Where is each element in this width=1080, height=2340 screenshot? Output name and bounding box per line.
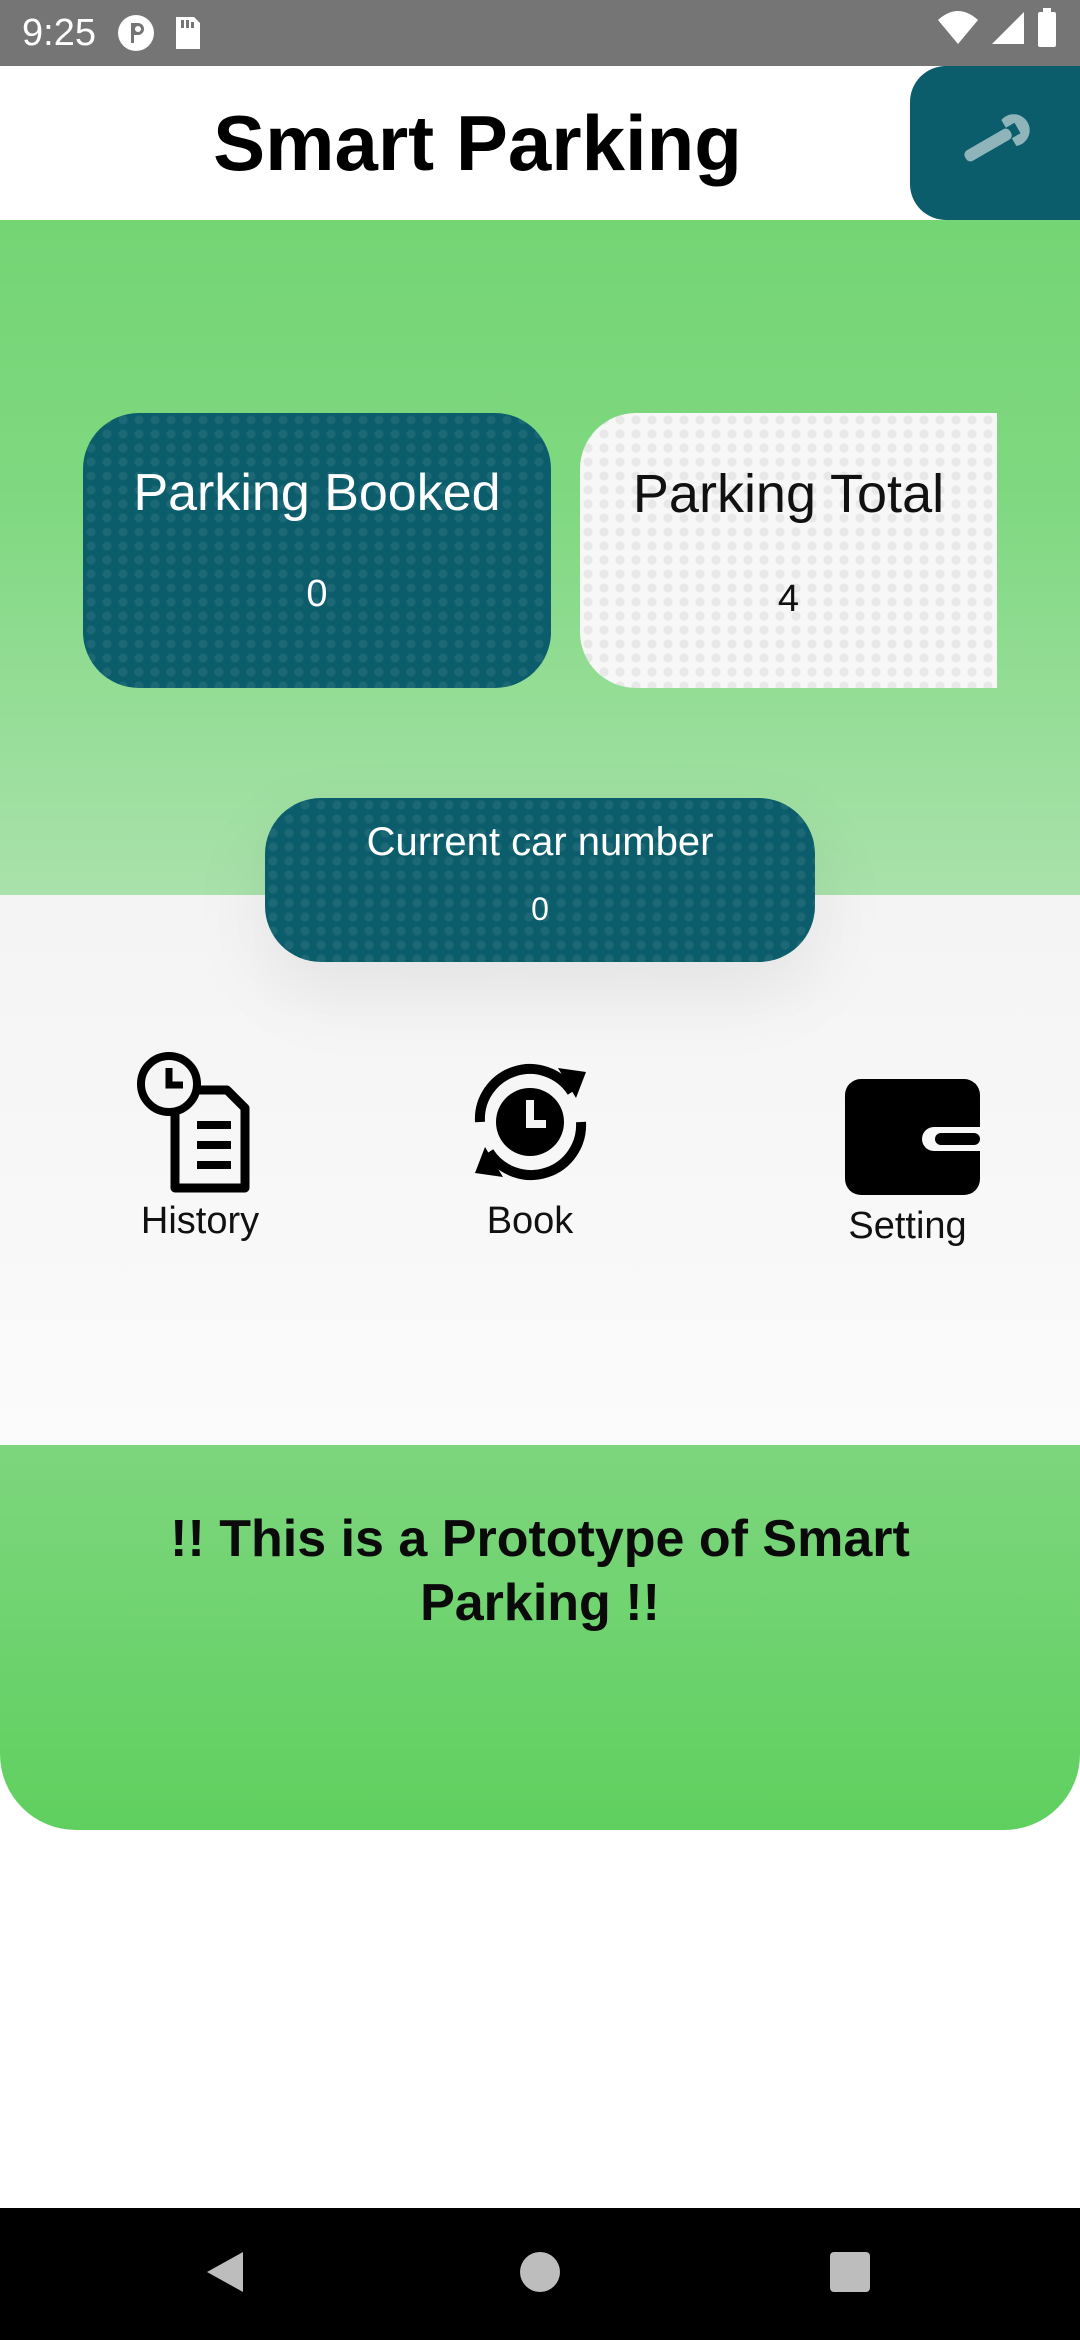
- navigation-bar: [0, 2208, 1080, 2340]
- banner-line-2: Parking !!: [420, 1574, 660, 1632]
- wrench-icon: [953, 106, 1037, 181]
- banner-text: !! This is a Prototype of Smart Parking …: [120, 1507, 960, 1635]
- settings-wrench-button[interactable]: [910, 66, 1080, 220]
- current-car-value: 0: [531, 891, 549, 927]
- setting-button[interactable]: Setting: [820, 1075, 995, 1248]
- history-button[interactable]: History: [110, 1050, 290, 1243]
- wifi-icon: [936, 8, 980, 58]
- history-label: History: [140, 1200, 260, 1242]
- current-car-label: Current car number: [366, 820, 714, 864]
- parking-booked-value: 0: [306, 573, 328, 615]
- prototype-banner: !! This is a Prototype of Smart Parking …: [0, 1445, 1080, 1830]
- app-bar: Smart Parking: [0, 66, 1080, 220]
- home-button[interactable]: [480, 2208, 600, 2340]
- battery-icon: [1036, 7, 1058, 59]
- book-button[interactable]: Book: [440, 1050, 620, 1243]
- banner-line-1: !! This is a Prototype of Smart: [170, 1510, 910, 1568]
- status-bar: 9:25: [0, 0, 1080, 66]
- back-icon: [203, 2248, 247, 2301]
- current-car-card[interactable]: Current car number 0: [265, 798, 815, 962]
- page-title: Smart Parking: [213, 98, 742, 187]
- wallet-icon: [835, 1079, 980, 1204]
- recents-icon: [828, 2250, 872, 2299]
- sd-card-icon: [172, 13, 204, 53]
- home-icon: [518, 2250, 562, 2299]
- setting-label: Setting: [848, 1205, 967, 1247]
- history-icon: [135, 1052, 265, 1199]
- p-icon: [116, 13, 156, 53]
- parking-total-card[interactable]: Parking Total 4: [580, 413, 997, 688]
- parking-booked-label: Parking Booked: [133, 464, 501, 522]
- book-clock-icon: [458, 1064, 603, 1199]
- signal-icon: [988, 8, 1028, 58]
- recents-button[interactable]: [790, 2208, 910, 2340]
- parking-booked-card[interactable]: Parking Booked 0: [83, 413, 551, 688]
- back-button[interactable]: [165, 2208, 285, 2340]
- status-time: 9:25: [22, 11, 96, 54]
- parking-total-label: Parking Total: [632, 464, 945, 524]
- parking-total-value: 4: [777, 578, 800, 620]
- book-label: Book: [486, 1200, 574, 1242]
